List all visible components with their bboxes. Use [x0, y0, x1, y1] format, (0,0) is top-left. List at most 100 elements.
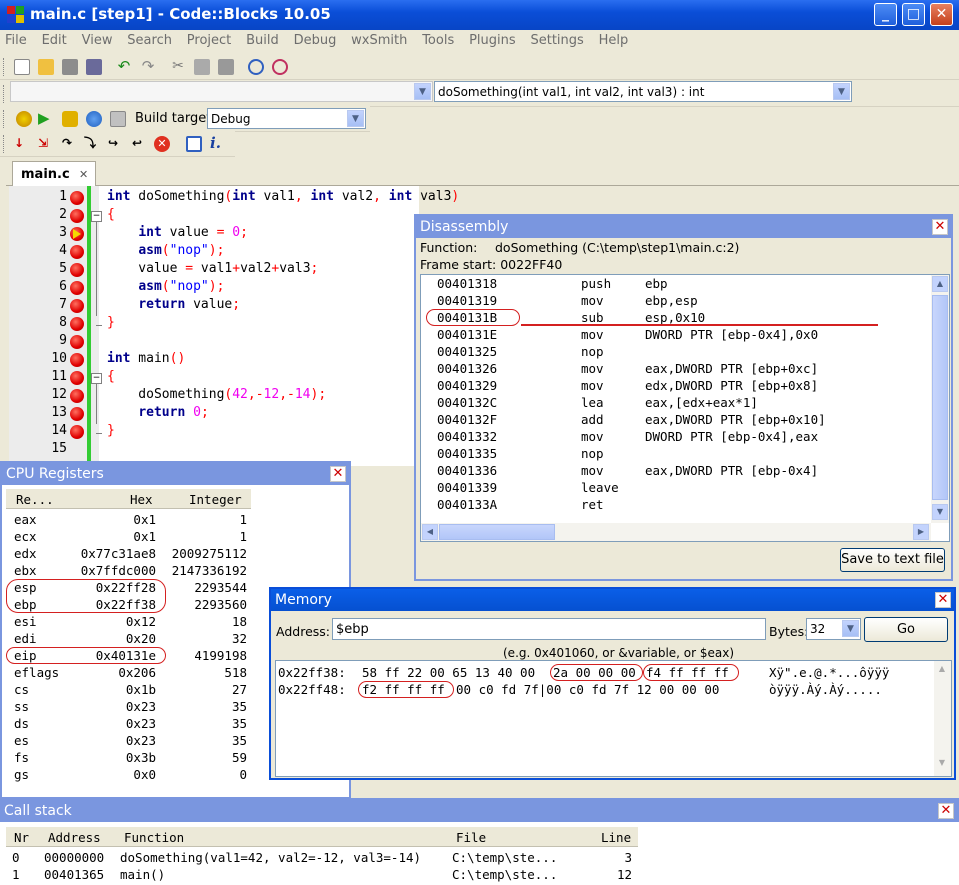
memory-bytes: 58 ff 22 00 65 13 40 00: [362, 665, 536, 680]
menu-file[interactable]: File: [0, 30, 33, 48]
save-icon[interactable]: [62, 59, 78, 75]
breakpoint-icon[interactable]: [70, 407, 84, 421]
next-instruction-icon[interactable]: ⤵: [84, 136, 100, 152]
memory-address: 0x22ff38:: [278, 665, 346, 680]
close-icon[interactable]: ✕: [935, 592, 951, 608]
memory-dump[interactable]: 0x22ff38: 58 ff 22 00 65 13 40 00 2a 00 …: [275, 660, 952, 777]
save-to-text-file-button[interactable]: Save to text file: [840, 548, 945, 572]
find-icon[interactable]: [248, 59, 264, 75]
step-out-icon[interactable]: ↩: [132, 136, 148, 152]
menu-edit[interactable]: Edit: [37, 30, 73, 48]
replace-icon[interactable]: [272, 59, 288, 75]
memory-ascii: òÿÿÿ.Àý.Àý.....: [769, 682, 882, 697]
tab-close-icon[interactable]: ✕: [79, 168, 88, 181]
menu-tools[interactable]: Tools: [417, 30, 460, 48]
breakpoint-icon[interactable]: [70, 317, 84, 331]
menu-settings[interactable]: Settings: [525, 30, 589, 48]
tab-main-c[interactable]: main.c ✕: [12, 161, 96, 186]
minimize-button[interactable]: _: [874, 3, 897, 26]
register-row[interactable]: ebx 0x7ffdc000 2147336192: [6, 563, 251, 580]
line-number: 14: [51, 423, 67, 438]
close-icon[interactable]: ✕: [932, 219, 948, 235]
disassembly-list[interactable]: 00401318 push ebp 00401319 mov ebp,esp 0040131…: [420, 274, 950, 542]
close-window-button[interactable]: ✕: [930, 3, 953, 26]
register-row[interactable]: eflags 0x206 518: [6, 665, 251, 682]
breakpoint-icon[interactable]: [70, 353, 84, 367]
register-row[interactable]: ecx 0x1 1: [6, 529, 251, 546]
rebuild-icon[interactable]: [86, 111, 102, 127]
redo-icon[interactable]: ↷: [140, 59, 156, 75]
close-icon[interactable]: ✕: [938, 803, 954, 819]
frame-address: 00000000: [44, 850, 105, 865]
register-row[interactable]: edx 0x77c31ae8 2009275112: [6, 546, 251, 563]
menu-build[interactable]: Build: [241, 30, 285, 48]
debugging-windows-icon[interactable]: [186, 136, 202, 152]
paste-icon[interactable]: [218, 59, 234, 75]
open-file-icon[interactable]: [38, 59, 54, 75]
build-and-run-icon[interactable]: [62, 111, 78, 127]
breakpoint-icon[interactable]: [70, 425, 84, 439]
register-name: ecx: [14, 529, 37, 544]
new-file-icon[interactable]: [14, 59, 30, 75]
info-icon[interactable]: i.: [210, 136, 226, 152]
call-stack-row[interactable]: 0 00000000 doSomething(val1=42, val2=-12, …: [0, 850, 640, 867]
call-stack-row[interactable]: 1 00401365 main() C:\temp\ste... 12: [0, 867, 640, 884]
breakpoint-icon[interactable]: [70, 371, 84, 385]
save-all-icon[interactable]: [86, 59, 102, 75]
menu-debug[interactable]: Debug: [289, 30, 343, 48]
step-into-icon[interactable]: ↪: [108, 136, 124, 152]
scope-combo[interactable]: ▼: [10, 81, 433, 102]
register-row[interactable]: fs 0x3b 59: [6, 750, 251, 767]
build-target-label: Build target:: [135, 111, 216, 126]
menu-help[interactable]: Help: [594, 30, 635, 48]
horizontal-scrollbar[interactable]: ◀ ▶: [421, 523, 931, 541]
bytes-select[interactable]: 32 ▼: [806, 618, 861, 640]
menu-search[interactable]: Search: [122, 30, 178, 48]
abort-icon[interactable]: [110, 111, 126, 127]
undo-icon[interactable]: ↶: [116, 59, 132, 75]
close-icon[interactable]: ✕: [330, 466, 346, 482]
register-row[interactable]: gs 0x0 0: [6, 767, 251, 784]
breakpoint-icon[interactable]: [70, 389, 84, 403]
breakpoint-icon[interactable]: [70, 191, 84, 205]
menu-plugins[interactable]: Plugins: [464, 30, 522, 48]
vertical-scrollbar[interactable]: ▲ ▼: [934, 661, 951, 776]
vertical-scrollbar[interactable]: ▲ ▼: [931, 275, 949, 523]
go-button[interactable]: Go: [864, 617, 948, 642]
breakpoint-icon[interactable]: [70, 299, 84, 313]
code-editor[interactable]: 1 int doSomething(int val1, int val2, int…: [9, 186, 459, 466]
register-row[interactable]: es 0x23 35: [6, 733, 251, 750]
breakpoint-icon[interactable]: [70, 281, 84, 295]
build-target-select[interactable]: Debug ▼: [207, 108, 366, 129]
address-input[interactable]: $ebp: [332, 618, 766, 640]
cut-icon[interactable]: ✂: [170, 59, 186, 75]
register-row[interactable]: cs 0x1b 27: [6, 682, 251, 699]
maximize-button[interactable]: □: [902, 3, 925, 26]
register-row[interactable]: esi 0x12 18: [6, 614, 251, 631]
menu-view[interactable]: View: [77, 30, 119, 48]
stop-debugger-icon[interactable]: ✕: [154, 136, 170, 152]
breakpoint-icon[interactable]: [70, 263, 84, 277]
current-line-marker-icon[interactable]: [70, 227, 84, 241]
build-icon[interactable]: [16, 111, 32, 127]
fold-toggle-icon[interactable]: −: [91, 373, 102, 384]
next-line-icon[interactable]: ↷: [62, 136, 78, 152]
menu-project[interactable]: Project: [182, 30, 237, 48]
debug-start-icon[interactable]: ↓: [14, 136, 30, 152]
run-to-cursor-icon[interactable]: ⇲: [38, 136, 54, 152]
register-row[interactable]: eax 0x1 1: [6, 512, 251, 529]
register-row[interactable]: ds 0x23 35: [6, 716, 251, 733]
breakpoint-icon[interactable]: [70, 209, 84, 223]
register-row[interactable]: edi 0x20 32: [6, 631, 251, 648]
menu-wxsmith[interactable]: wxSmith: [346, 30, 413, 48]
fold-toggle-icon[interactable]: −: [91, 211, 102, 222]
run-icon[interactable]: ▶: [38, 111, 54, 127]
copy-icon[interactable]: [194, 59, 210, 75]
frame-start: Frame start: 0022FF40: [420, 257, 563, 272]
function-combo[interactable]: doSomething(int val1, int val2, int val3…: [434, 81, 852, 102]
breakpoint-icon[interactable]: [70, 335, 84, 349]
register-row[interactable]: ss 0x23 35: [6, 699, 251, 716]
scroll-thumb[interactable]: [932, 295, 948, 500]
scroll-thumb[interactable]: [439, 524, 555, 540]
breakpoint-icon[interactable]: [70, 245, 84, 259]
